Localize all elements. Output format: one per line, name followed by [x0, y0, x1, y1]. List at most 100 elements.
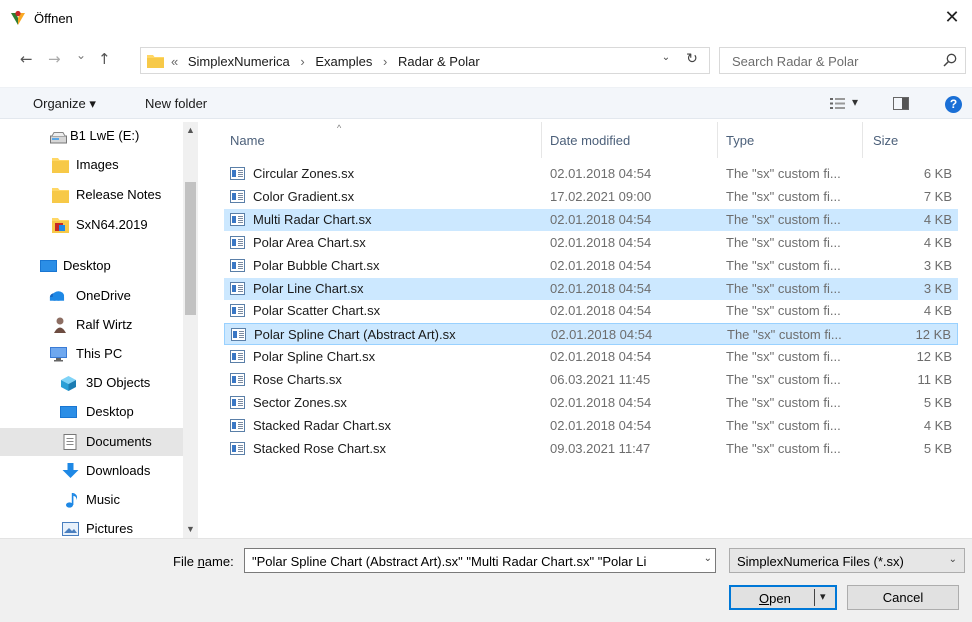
breadcrumb-separator[interactable]: ›	[376, 54, 394, 69]
sidebar-item-drive-e[interactable]: B1 LwE (E:)	[0, 122, 183, 150]
sidebar-item-pictures[interactable]: Pictures	[0, 515, 183, 538]
file-size: 5 KB	[923, 440, 952, 456]
folder-icon	[147, 55, 164, 68]
file-row[interactable]: Polar Scatter Chart.sx 02.01.2018 04:54 Th…	[224, 300, 958, 322]
file-name-input[interactable]: "Polar Spline Chart (Abstract Art).sx" "…	[244, 548, 716, 573]
sidebar-scrollbar[interactable]: ▲ ▼	[183, 122, 198, 538]
sidebar-item-label: SxN64.2019	[76, 217, 148, 232]
sidebar-item-downloads[interactable]: Downloads	[0, 457, 183, 485]
scroll-up-button[interactable]: ▲	[183, 122, 198, 139]
file-type-value: SimplexNumerica Files (*.sx)	[737, 554, 904, 569]
chevron-down-icon: ⌄	[948, 554, 957, 565]
sidebar-item-3d-objects[interactable]: 3D Objects	[0, 369, 183, 397]
column-header-type[interactable]: Type	[718, 122, 862, 158]
file-name: Multi Radar Chart.sx	[253, 211, 372, 227]
breadcrumb: « SimplexNumerica › Examples › Radar & P…	[171, 54, 480, 69]
label-accelerator: n	[197, 554, 205, 569]
sidebar-item-label: OneDrive	[76, 288, 131, 303]
file-size: 12 KB	[916, 349, 952, 365]
app-icon	[11, 10, 25, 25]
sidebar-item-desktop[interactable]: Desktop	[0, 398, 183, 426]
file-row[interactable]: Polar Spline Chart (Abstract Art).sx 02.0…	[224, 323, 958, 346]
search-input[interactable]: Search Radar & Polar	[719, 47, 966, 74]
file-type: The "sx" custom fi...	[726, 166, 841, 181]
sx-file-icon	[230, 189, 245, 203]
file-date-modified: 02.01.2018 04:54	[550, 234, 652, 250]
navigation-bar: ← → ⌄ ↑ « SimplexNumerica › Examples › R…	[0, 42, 972, 82]
up-button[interactable]: ↑	[98, 50, 111, 74]
file-row[interactable]: Polar Area Chart.sx 02.01.2018 04:54 The "…	[224, 232, 958, 254]
scroll-down-button[interactable]: ▼	[183, 521, 198, 538]
details-view-icon	[830, 98, 845, 109]
breadcrumb-item[interactable]: Examples	[315, 54, 372, 69]
file-row[interactable]: Color Gradient.sx 17.02.2021 09:00 The "sx…	[224, 186, 958, 208]
sidebar-item-label: 3D Objects	[86, 375, 151, 390]
sidebar-item-documents[interactable]: Documents	[0, 428, 183, 456]
address-bar[interactable]: « SimplexNumerica › Examples › Radar & P…	[140, 47, 710, 74]
sidebar-item-label: Downloads	[86, 463, 151, 478]
pictures-icon	[62, 522, 79, 536]
file-size: 11 KB	[917, 372, 952, 388]
open-button[interactable]: Open ▾	[729, 585, 837, 610]
sidebar-item-label: B1 LwE (E:)	[70, 128, 140, 143]
column-header-size[interactable]: Size	[863, 122, 958, 158]
file-row[interactable]: Rose Charts.sx 06.03.2021 11:45 The "sx" c…	[224, 369, 958, 391]
sx-file-icon	[230, 212, 245, 226]
open-options-dropdown[interactable]: ▾	[820, 590, 826, 603]
command-toolbar: Organize ▾ New folder ▾ ?	[0, 87, 972, 119]
recent-locations-button[interactable]: ⌄	[76, 48, 86, 72]
column-header-date[interactable]: Date modified	[542, 122, 717, 158]
file-list[interactable]: Name ^ Date modified Type Size Circular …	[216, 122, 972, 538]
scrollbar-thumb[interactable]	[185, 182, 196, 315]
open-button-label: Open	[759, 591, 791, 606]
file-row[interactable]: Stacked Radar Chart.sx 02.01.2018 04:54 Th…	[224, 415, 958, 437]
cancel-button[interactable]: Cancel	[847, 585, 959, 610]
column-header-name[interactable]: Name ^	[216, 122, 541, 158]
sidebar-item-this-pc[interactable]: This PC	[0, 340, 183, 368]
breadcrumb-separator[interactable]: ›	[293, 54, 311, 69]
organize-button[interactable]: Organize ▾	[33, 96, 96, 112]
file-row[interactable]: Multi Radar Chart.sx 02.01.2018 04:54 The …	[224, 208, 958, 231]
file-row[interactable]: Sector Zones.sx 02.01.2018 04:54 The "sx" …	[224, 392, 958, 414]
file-date-modified: 02.01.2018 04:54	[550, 166, 652, 181]
sidebar-item-desktop-root[interactable]: Desktop	[0, 252, 183, 280]
sidebar-item-release-notes[interactable]: Release Notes	[0, 181, 183, 209]
sx-file-icon	[230, 373, 245, 387]
file-row[interactable]: Circular Zones.sx 02.01.2018 04:54 The "sx…	[224, 163, 958, 185]
new-folder-button[interactable]: New folder	[145, 96, 207, 111]
file-size: 3 KB	[923, 280, 952, 296]
file-date-modified: 09.03.2021 11:47	[550, 440, 651, 456]
sidebar-item-onedrive[interactable]: OneDrive	[0, 282, 183, 310]
close-button[interactable]: ✕	[938, 5, 966, 31]
file-type: The "sx" custom fi...	[726, 372, 841, 388]
address-dropdown-button[interactable]: ⌄	[657, 52, 675, 63]
sidebar-item-sxn64[interactable]: SxN64.2019	[0, 211, 183, 239]
file-name: Stacked Rose Chart.sx	[253, 440, 386, 456]
preview-pane-button[interactable]	[893, 97, 909, 110]
sidebar-item-ralf-wirtz[interactable]: Ralf Wirtz	[0, 311, 183, 339]
navigation-pane[interactable]: B1 LwE (E:) Images Release Notes SxN64.2…	[0, 122, 198, 538]
sidebar-item-images[interactable]: Images	[0, 151, 183, 179]
breadcrumb-item[interactable]: SimplexNumerica	[188, 54, 290, 69]
sidebar-item-label: Music	[86, 492, 120, 507]
file-row[interactable]: Stacked Rose Chart.sx 09.03.2021 11:47 The…	[224, 438, 958, 460]
sort-ascending-icon: ^	[337, 123, 342, 133]
file-row[interactable]: Polar Line Chart.sx 02.01.2018 04:54 The "…	[224, 277, 958, 300]
back-button[interactable]: ←	[20, 50, 33, 74]
file-date-modified: 02.01.2018 04:54	[550, 280, 652, 296]
change-view-button[interactable]: ▾	[830, 95, 870, 113]
file-row[interactable]: Polar Bubble Chart.sx 02.01.2018 04:54 The…	[224, 255, 958, 277]
file-type-select[interactable]: SimplexNumerica Files (*.sx) ⌄	[729, 548, 965, 573]
file-name: Stacked Radar Chart.sx	[253, 417, 392, 433]
file-row[interactable]: Polar Spline Chart.sx 02.01.2018 04:54 The…	[224, 346, 958, 368]
chevron-down-icon[interactable]: ⌄	[704, 553, 712, 564]
refresh-button[interactable]: ↻	[682, 51, 702, 67]
sidebar-item-label: Pictures	[86, 521, 133, 536]
pane-splitter[interactable]	[198, 122, 216, 538]
help-button[interactable]: ?	[945, 96, 962, 113]
sidebar-item-music[interactable]: Music	[0, 486, 183, 514]
forward-button[interactable]: →	[48, 50, 61, 74]
breadcrumb-item[interactable]: Radar & Polar	[398, 54, 480, 69]
breadcrumb-overflow[interactable]: «	[171, 54, 184, 69]
column-header-label: Type	[726, 133, 755, 148]
